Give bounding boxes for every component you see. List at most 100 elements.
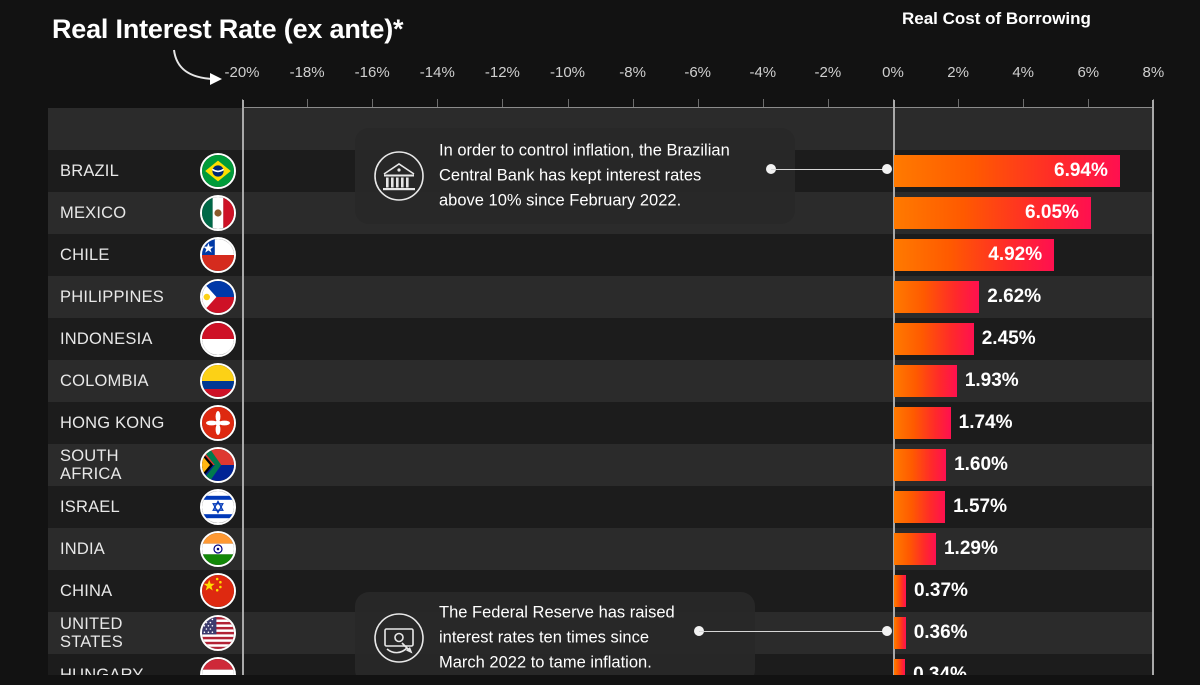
callout-brazil-text: In order to control inflation, the Brazi…	[439, 141, 730, 210]
country-label-israel: ISRAEL	[60, 498, 120, 516]
bar-value-label: 0.37%	[914, 580, 968, 601]
bar-south-africa[interactable]	[894, 449, 947, 481]
flag-icon-israel	[200, 489, 236, 525]
row-plot-cell	[242, 486, 1153, 528]
bar-united-states[interactable]	[894, 617, 906, 649]
country-label-hong-kong: HONG KONG	[60, 414, 165, 432]
country-label-philippines: PHILIPPINES	[60, 288, 164, 306]
axis-tick-0: 0%	[882, 64, 904, 81]
axis-tick-neg8: -8%	[619, 64, 646, 81]
callout-brazil: In order to control inflation, the Brazi…	[355, 128, 795, 224]
axis-tick-neg12: -12%	[484, 64, 520, 81]
chart-root: Real Interest Rate (ex ante)* -20% -18% -1…	[0, 0, 1200, 675]
bar-hungary[interactable]	[894, 659, 906, 675]
flag-icon-brazil	[200, 153, 236, 189]
flag-icon-southafrica	[200, 447, 236, 483]
bar-colombia[interactable]	[894, 365, 957, 397]
flag-icon-mexico	[200, 195, 236, 231]
axis-tick-neg6: -6%	[684, 64, 712, 81]
axis-tick-neg14: -14%	[419, 64, 455, 81]
axis-tick-neg4: -4%	[749, 64, 777, 81]
x-axis-tick-labels: -20% -18% -16% -14% -12% -10% -8% -6% -4% -2% 0% 2%…	[0, 64, 1200, 88]
leader-dot-end	[882, 164, 892, 174]
axis-tick-neg18: -18%	[289, 64, 325, 81]
axis-tick-mark	[958, 99, 960, 107]
bar-india[interactable]	[894, 533, 936, 565]
axis-tick-neg20: -20%	[224, 64, 260, 81]
axis-left-boundary	[242, 100, 244, 675]
row-plot-cell	[242, 402, 1153, 444]
flag-icon-unitedstates	[200, 615, 236, 651]
country-label-mexico: MEXICO	[60, 204, 127, 222]
bar-value-label: 2.45%	[981, 328, 1036, 349]
axis-tick-mark	[1088, 99, 1090, 107]
axis-tick-mark	[827, 99, 829, 107]
leader-dot-end	[882, 626, 892, 636]
bar-china[interactable]	[894, 575, 907, 607]
bar-philippines[interactable]	[894, 281, 980, 313]
callout-brazil-leader	[766, 164, 892, 174]
country-label-colombia: COLOMBIA	[60, 372, 149, 390]
axis-tick-2: 2%	[947, 64, 969, 81]
country-label-india: INDIA	[60, 540, 106, 558]
bar-value-label: 2.62%	[987, 286, 1042, 307]
axis-tick-neg2: -2%	[814, 64, 842, 81]
row-plot-cell	[242, 444, 1153, 486]
flag-icon-philippines	[200, 279, 236, 315]
table-row[interactable]: COLOMBIA 1.93%	[0, 360, 1200, 402]
bar-value-label: 0.36%	[913, 622, 968, 643]
axis-tick-4: 4%	[1012, 64, 1035, 81]
flag-icon-colombia	[200, 363, 236, 399]
country-label-brazil: BRAZIL	[60, 162, 119, 180]
country-label-hungary: HUNGARY	[60, 666, 144, 675]
leader-line	[771, 168, 887, 170]
axis-tick-mark	[762, 99, 764, 107]
axis-tick-mark	[1023, 99, 1025, 107]
bar-hong-kong[interactable]	[894, 407, 951, 439]
country-label-china: CHINA	[60, 582, 113, 600]
axis-tick-mark	[567, 99, 569, 107]
bar-value-label: 6.05%	[1025, 202, 1079, 223]
table-row[interactable]: PHILIPPINES 2.62%	[0, 276, 1200, 318]
axis-tick-neg10: -10%	[549, 64, 586, 81]
flag-icon-china	[200, 573, 236, 609]
bar-value-label: 6.94%	[1054, 160, 1108, 181]
table-row[interactable]: SOUTH AFRICA 1.60%	[0, 444, 1200, 486]
bar-value-label: 1.60%	[954, 454, 1008, 475]
table-row[interactable]: INDONESIA 2.45%	[0, 318, 1200, 360]
bottom-clip	[0, 675, 1200, 685]
table-row[interactable]: CHILE 4.92%	[0, 234, 1200, 276]
banknote-arrow-icon	[373, 612, 425, 664]
page-title: Real Interest Rate (ex ante)*	[52, 14, 404, 44]
axis-tick-mark	[437, 99, 439, 107]
country-label-united-states: UNITED STATES	[60, 615, 123, 651]
flag-icon-chile	[200, 237, 236, 273]
row-plot-cell	[242, 528, 1153, 570]
axis-tick-neg16: -16%	[354, 64, 390, 81]
bar-value-label: 4.92%	[988, 244, 1043, 265]
country-label-south-africa: SOUTH AFRICA	[60, 447, 122, 483]
bar-value-label: 0.34%	[913, 664, 967, 675]
axis-tick-8: 8%	[1142, 64, 1165, 81]
bar-indonesia[interactable]	[894, 323, 974, 355]
header-left-cell	[48, 108, 242, 150]
flag-icon-india	[200, 531, 236, 567]
bank-building-icon	[373, 150, 425, 202]
callout-us-leader	[694, 626, 892, 636]
bar-value-label: 1.57%	[953, 496, 1007, 517]
axis-tick-mark	[697, 99, 699, 107]
table-row[interactable]: INDIA 1.29%	[0, 528, 1200, 570]
bar-value-label: 1.93%	[964, 370, 1019, 391]
axis-tick-mark	[632, 99, 634, 107]
flag-icon-hongkong	[200, 405, 236, 441]
value-column-header: Real Cost of Borrowing	[902, 9, 1091, 28]
callout-us-text: The Federal Reserve has raised interest …	[439, 603, 675, 672]
leader-line	[699, 630, 887, 632]
flag-icon-indonesia	[200, 321, 236, 357]
axis-tick-mark	[372, 99, 374, 107]
table-row[interactable]: ISRAEL 1.57%	[0, 486, 1200, 528]
bar-israel[interactable]	[894, 491, 946, 523]
table-row[interactable]: HONG KONG 1.74%	[0, 402, 1200, 444]
axis-tick-6: 6%	[1077, 64, 1100, 81]
bar-value-label: 1.29%	[943, 538, 998, 559]
